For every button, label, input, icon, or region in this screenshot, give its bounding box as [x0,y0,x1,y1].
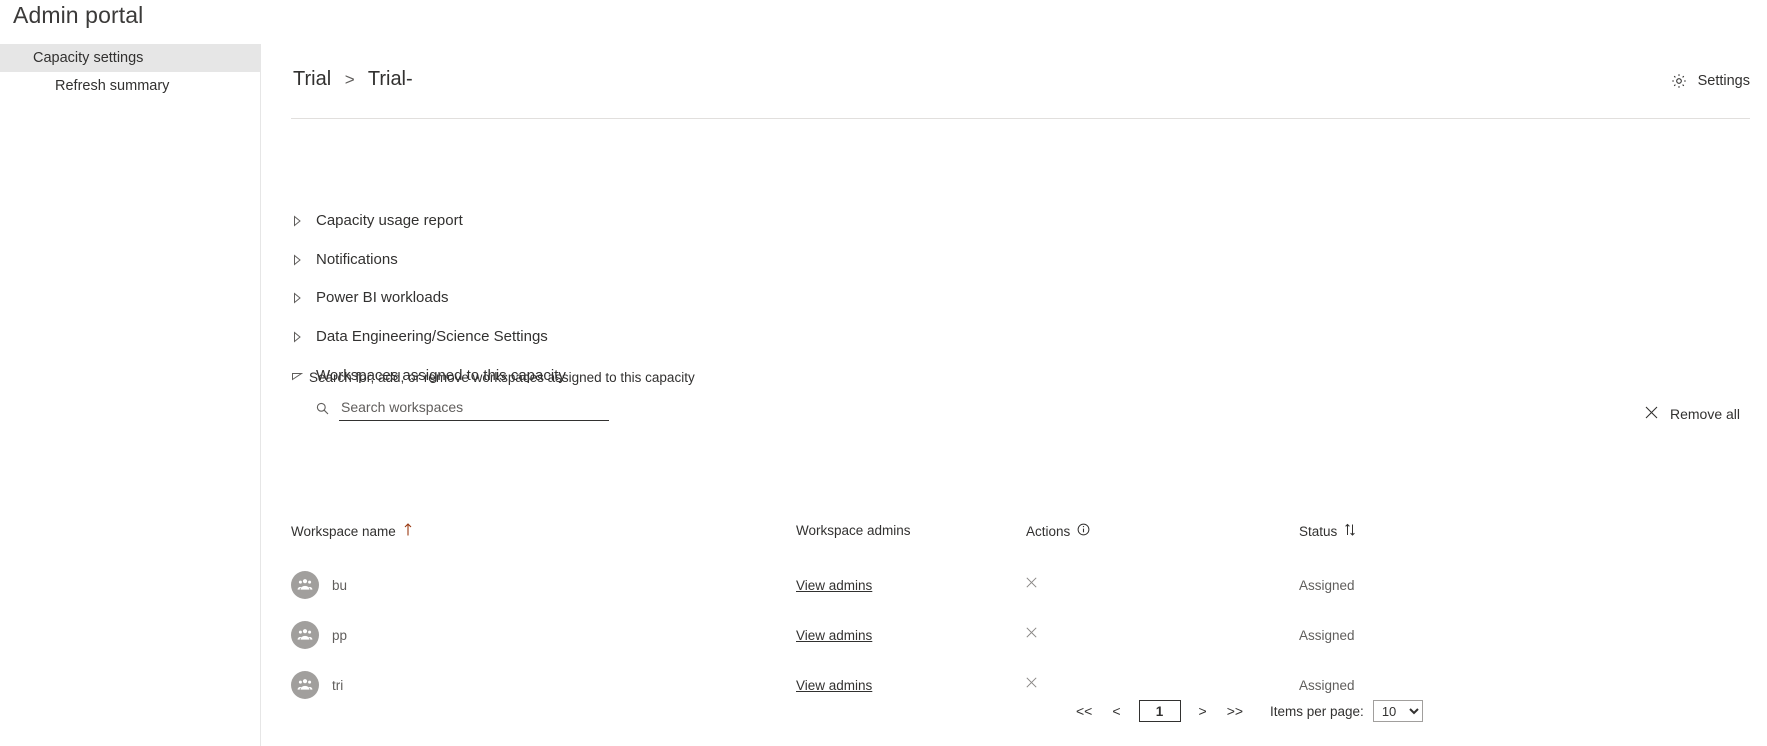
view-admins-link[interactable]: View admins [796,678,872,693]
main-content: Trial > Trial- Settings Capacity usage r… [261,44,1767,746]
remove-workspace-icon[interactable] [1026,575,1037,592]
workspaces-toolbar: Remove all [1631,396,1754,432]
chevron-right-icon [291,330,303,343]
breadcrumb-root[interactable]: Trial [293,68,331,90]
section-capacity-usage-report[interactable]: Capacity usage report [291,212,463,229]
group-icon [291,621,319,649]
items-per-page-container: Items per page: 102550100 [1270,700,1423,722]
breadcrumb-current[interactable]: Trial- [368,68,413,90]
column-header-label: Status [1299,523,1338,539]
section-label: Data Engineering/Science Settings [316,328,548,345]
sort-both-arrows-icon [1344,523,1356,539]
page-number-input[interactable] [1138,700,1181,722]
table-row[interactable]: pp View admins Assigned [261,621,1767,651]
column-header-label: Workspace name [291,523,396,539]
view-admins-link[interactable]: View admins [796,578,872,593]
cell-actions [1026,575,1037,593]
search-workspaces-input[interactable] [339,395,609,421]
section-power-bi-workloads[interactable]: Power BI workloads [291,289,449,306]
table-row[interactable]: bu View admins Assigned [261,571,1767,601]
cell-workspace-name: tri [291,671,343,699]
close-x-icon [1645,406,1658,422]
next-page-button[interactable]: > [1189,700,1217,722]
section-label: Capacity usage report [316,212,463,229]
section-notifications[interactable]: Notifications [291,251,398,268]
remove-workspace-icon[interactable] [1026,675,1037,692]
chevron-right-icon [291,214,303,227]
column-header-workspace-name[interactable]: Workspace name [291,523,413,539]
cell-workspace-admins: View admins [796,677,872,695]
column-header-actions: Actions [1026,523,1090,539]
sidebar-item-label: Refresh summary [55,78,170,94]
breadcrumb-separator: > [344,70,355,89]
cell-workspace-name: pp [291,621,347,649]
app-header: Admin portal [0,0,1767,44]
settings-label: Settings [1697,73,1750,89]
previous-page-button[interactable]: < [1102,700,1130,722]
cell-status: Assigned [1299,577,1355,595]
header-divider [291,118,1750,119]
info-icon[interactable] [1077,523,1090,539]
sidebar-item-capacity-settings[interactable]: Capacity settings [0,44,260,72]
column-header-status[interactable]: Status [1299,523,1356,539]
sidebar-item-refresh-summary[interactable]: Refresh summary [0,72,260,100]
sidebar-item-label: Capacity settings [33,50,144,66]
search-workspaces-container [309,395,609,421]
status-badge: Assigned [1299,678,1355,693]
status-badge: Assigned [1299,578,1355,593]
workspace-name-label: bu [332,577,348,593]
remove-all-label: Remove all [1669,406,1740,422]
cell-status: Assigned [1299,677,1355,695]
cell-status: Assigned [1299,627,1355,645]
app-title: Admin portal [13,2,144,28]
table-header-row: Workspace name Workspace admins Actions [261,523,1767,543]
pagination-controls: << < > >> [1066,700,1253,722]
cell-workspace-admins: View admins [796,627,872,645]
remove-all-button[interactable]: Remove all [1631,396,1754,432]
cell-workspace-admins: View admins [796,577,872,595]
section-label: Power BI workloads [316,289,449,306]
table-row[interactable]: tri View admins Assigned [261,671,1767,701]
items-per-page-label: Items per page: [1270,703,1364,719]
settings-button[interactable]: Settings [1671,73,1750,89]
section-data-engineering-science-settings[interactable]: Data Engineering/Science Settings [291,328,548,345]
cell-workspace-name: bu [291,571,347,599]
chevron-right-icon [291,253,303,266]
chevron-down-icon [291,370,303,382]
chevron-right-icon [291,291,303,304]
status-badge: Assigned [1299,628,1355,643]
gear-icon [1671,73,1687,89]
column-header-workspace-admins: Workspace admins [796,523,911,538]
cell-actions [1026,625,1037,643]
remove-workspace-icon[interactable] [1026,625,1037,642]
breadcrumb: Trial > Trial- [293,68,413,91]
workspace-name-label: tri [332,677,344,693]
section-label: Notifications [316,251,398,268]
workspace-name-label: pp [332,627,348,643]
sidebar: Capacity settings Refresh summary [0,44,261,746]
last-page-button[interactable]: >> [1217,700,1253,722]
column-header-label: Actions [1026,523,1071,539]
first-page-button[interactable]: << [1066,700,1102,722]
items-per-page-select[interactable]: 102550100 [1372,700,1423,722]
group-icon [291,671,319,699]
cell-actions [1026,675,1037,693]
search-icon [309,395,335,421]
view-admins-link[interactable]: View admins [796,628,872,643]
group-icon [291,571,319,599]
workspaces-description: Search for, add, or remove workspaces as… [309,370,695,385]
column-header-label: Workspace admins [796,523,911,538]
sort-ascending-arrow-icon [403,523,413,539]
